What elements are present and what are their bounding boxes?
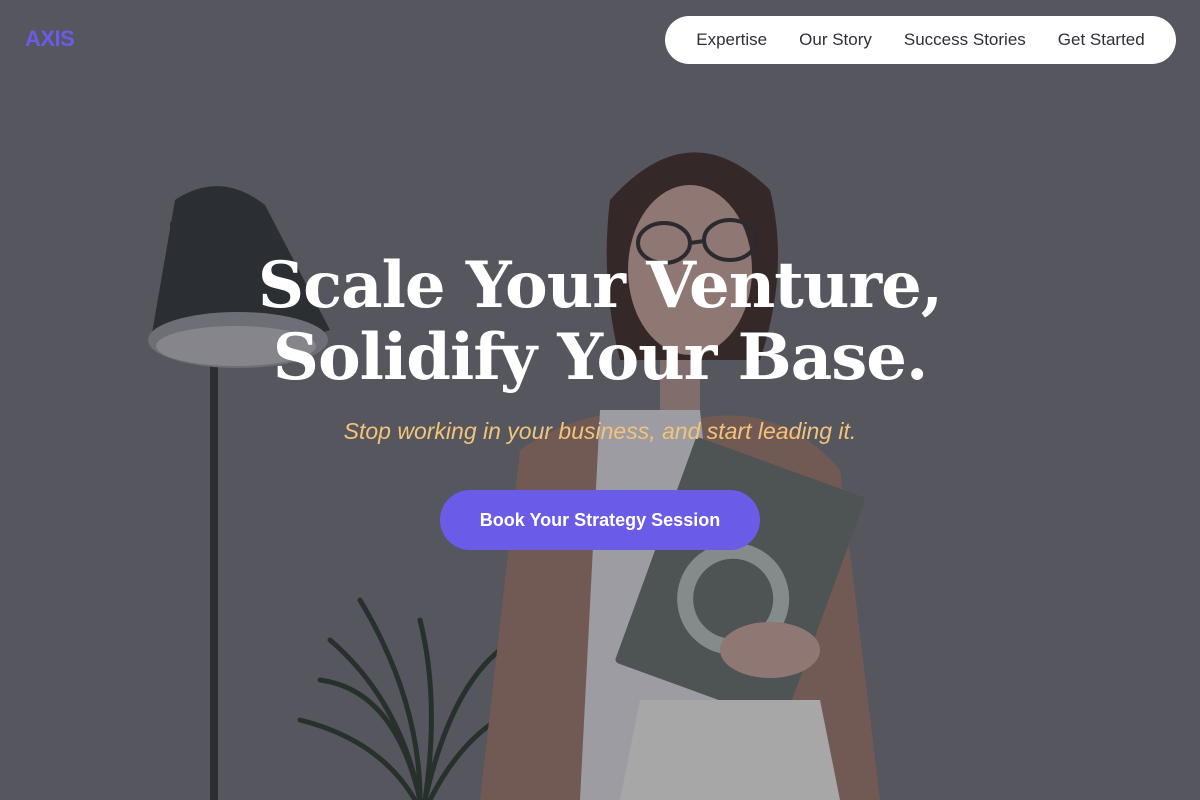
nav-item-our-story[interactable]: Our Story [799, 30, 872, 50]
hero-dark-overlay [0, 0, 1200, 800]
hero-subtitle: Stop working in your business, and start… [343, 418, 857, 444]
nav-item-success-stories[interactable]: Success Stories [904, 30, 1026, 50]
brand-logo[interactable]: AXIS [25, 26, 75, 52]
hero-headline-line-2: Solidify Your Base. [272, 320, 929, 395]
hero-headline: Scale Your Venture, Solidify Your Base. [0, 250, 1200, 394]
nav-item-expertise[interactable]: Expertise [696, 30, 767, 50]
hero-section [0, 0, 1200, 800]
book-strategy-session-button[interactable]: Book Your Strategy Session [440, 490, 760, 550]
main-navigation: Expertise Our Story Success Stories Get … [665, 16, 1176, 64]
hero-headline-line-1: Scale Your Venture, [257, 248, 943, 323]
nav-item-get-started[interactable]: Get Started [1058, 30, 1145, 50]
